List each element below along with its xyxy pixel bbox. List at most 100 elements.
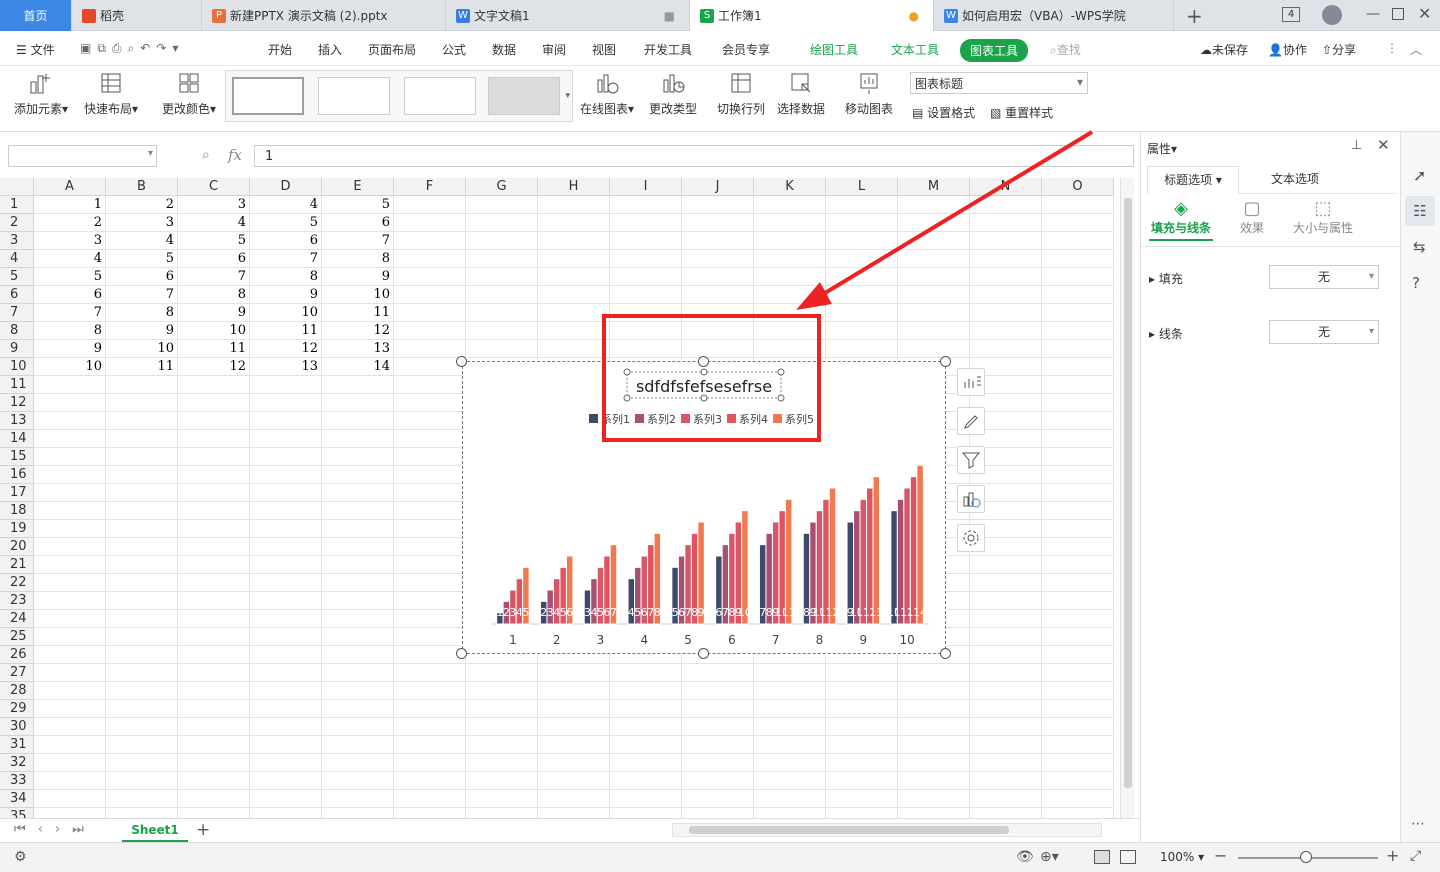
cell[interactable] <box>1042 520 1114 538</box>
cell[interactable] <box>682 268 754 286</box>
cell[interactable] <box>754 196 826 214</box>
cell[interactable] <box>394 556 466 574</box>
cell[interactable] <box>970 664 1042 682</box>
row-header[interactable]: 8 <box>0 322 34 340</box>
cell[interactable] <box>466 196 538 214</box>
row-header[interactable]: 24 <box>0 610 34 628</box>
cell[interactable] <box>538 322 610 340</box>
cell[interactable] <box>394 610 466 628</box>
cell[interactable] <box>34 466 106 484</box>
row-header[interactable]: 34 <box>0 790 34 808</box>
cell[interactable] <box>1042 736 1114 754</box>
cell[interactable] <box>106 556 178 574</box>
cell[interactable]: 5 <box>106 250 178 268</box>
cell[interactable] <box>178 502 250 520</box>
cell[interactable] <box>1042 556 1114 574</box>
cell[interactable] <box>1042 376 1114 394</box>
cell[interactable] <box>682 196 754 214</box>
chart-style-1[interactable] <box>232 77 304 115</box>
cell[interactable] <box>106 466 178 484</box>
cell[interactable]: 12 <box>250 340 322 358</box>
menu-start[interactable]: 开始 <box>268 41 292 58</box>
more-icon[interactable]: ⋮ <box>1386 41 1398 55</box>
cell[interactable] <box>250 610 322 628</box>
cell[interactable] <box>682 736 754 754</box>
cell[interactable] <box>754 790 826 808</box>
menu-member[interactable]: 会员专享 <box>722 41 770 58</box>
select-data-button[interactable]: 选择数据 <box>774 70 828 117</box>
quick-access-icons[interactable]: ▣⧉⎙⌕↶↷▾ <box>80 41 184 56</box>
cell[interactable] <box>394 682 466 700</box>
add-sheet-icon[interactable]: + <box>196 820 210 840</box>
cell[interactable] <box>466 250 538 268</box>
row-header[interactable]: 18 <box>0 502 34 520</box>
cell[interactable] <box>250 754 322 772</box>
cell[interactable] <box>34 754 106 772</box>
cell[interactable] <box>178 772 250 790</box>
cell[interactable] <box>322 520 394 538</box>
row-header[interactable]: 25 <box>0 628 34 646</box>
scroll-thumb[interactable] <box>1124 198 1132 788</box>
cell[interactable]: 5 <box>322 196 394 214</box>
cell[interactable] <box>250 772 322 790</box>
cell[interactable] <box>106 574 178 592</box>
cell[interactable] <box>538 790 610 808</box>
cell[interactable] <box>34 556 106 574</box>
row-header[interactable]: 3 <box>0 232 34 250</box>
cell[interactable] <box>826 268 898 286</box>
cell[interactable] <box>754 682 826 700</box>
cell[interactable] <box>250 574 322 592</box>
row-header[interactable]: 23 <box>0 592 34 610</box>
page-view-icon[interactable] <box>1120 850 1136 864</box>
row-header[interactable]: 27 <box>0 664 34 682</box>
subtab-size-props[interactable]: ⬚ 大小与属性 <box>1285 198 1361 236</box>
cell[interactable] <box>34 628 106 646</box>
cell[interactable] <box>682 700 754 718</box>
row-header[interactable]: 12 <box>0 394 34 412</box>
set-format-button[interactable]: ▤ 设置格式 <box>912 104 975 121</box>
cell[interactable] <box>970 250 1042 268</box>
cell[interactable] <box>970 646 1042 664</box>
row-header[interactable]: 1 <box>0 196 34 214</box>
cell[interactable] <box>970 772 1042 790</box>
cell[interactable] <box>322 556 394 574</box>
cell[interactable] <box>1042 304 1114 322</box>
online-chart-button[interactable]: 在线图表▾ <box>578 70 636 117</box>
column-header-C[interactable]: C <box>178 178 250 196</box>
cell[interactable] <box>538 232 610 250</box>
minimize-icon[interactable]: — <box>1366 6 1380 22</box>
cell[interactable] <box>826 250 898 268</box>
menu-review[interactable]: 审阅 <box>542 41 566 58</box>
properties-icon[interactable]: ☷ <box>1405 196 1435 226</box>
cell[interactable] <box>898 718 970 736</box>
cell[interactable] <box>466 736 538 754</box>
cell[interactable] <box>250 376 322 394</box>
cell[interactable] <box>394 340 466 358</box>
cell[interactable] <box>322 484 394 502</box>
cell[interactable] <box>1042 250 1114 268</box>
cell[interactable] <box>322 646 394 664</box>
cell[interactable] <box>322 592 394 610</box>
cell[interactable] <box>826 196 898 214</box>
cell[interactable] <box>1042 682 1114 700</box>
cell[interactable] <box>394 628 466 646</box>
cell[interactable] <box>178 610 250 628</box>
new-tab-button[interactable]: + <box>1186 4 1203 28</box>
cell[interactable] <box>466 232 538 250</box>
cell[interactable]: 13 <box>322 340 394 358</box>
row-header[interactable]: 28 <box>0 682 34 700</box>
chart-style-2[interactable] <box>318 77 390 115</box>
cell[interactable] <box>394 286 466 304</box>
bar[interactable] <box>916 464 924 625</box>
cell[interactable] <box>178 448 250 466</box>
cell[interactable] <box>898 250 970 268</box>
cell[interactable] <box>754 232 826 250</box>
cell[interactable] <box>394 718 466 736</box>
cell[interactable] <box>394 772 466 790</box>
cell[interactable] <box>466 772 538 790</box>
avatar[interactable] <box>1322 5 1342 25</box>
fx-icon[interactable]: fx <box>228 146 242 164</box>
cell[interactable] <box>466 808 538 818</box>
column-header-H[interactable]: H <box>538 178 610 196</box>
cell[interactable] <box>1042 232 1114 250</box>
